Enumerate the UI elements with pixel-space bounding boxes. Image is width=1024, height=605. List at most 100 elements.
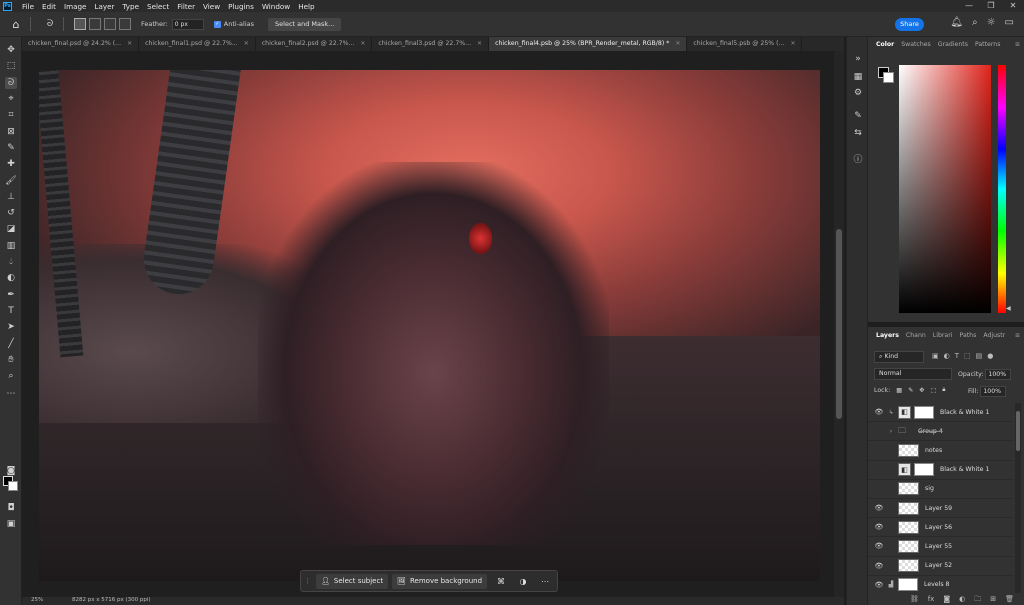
layer-row[interactable]: sig xyxy=(868,480,1014,499)
adjustments-icon[interactable]: ⇆ xyxy=(852,127,864,139)
search-icon[interactable]: ⌕ xyxy=(972,17,978,28)
new-layer-icon[interactable]: ⊞ xyxy=(990,595,996,605)
scroll-thumb[interactable] xyxy=(1016,411,1020,451)
smart-object-filter-icon[interactable]: ▤ xyxy=(976,352,983,360)
eraser-tool-icon[interactable]: ◪ xyxy=(5,223,17,235)
minimize-button[interactable]: — xyxy=(958,0,980,12)
layer-row[interactable]: 👁︎ Layer 52 xyxy=(868,557,1014,576)
fill-input[interactable]: 100% xyxy=(980,386,1007,397)
opacity-input[interactable]: 100% xyxy=(985,369,1012,380)
more-tools-icon[interactable]: ⋯ xyxy=(5,388,17,400)
select-and-mask-button[interactable]: Select and Mask... xyxy=(268,17,342,31)
menu-image[interactable]: Image xyxy=(60,2,91,11)
history-brush-icon[interactable]: ↺ xyxy=(5,207,17,219)
document-canvas[interactable] xyxy=(39,70,820,581)
background-color-swatch[interactable] xyxy=(883,72,894,83)
quick-mask-icon[interactable]: ◙ xyxy=(5,465,17,477)
menu-plugins[interactable]: Plugins xyxy=(224,2,258,11)
filter-toggle-icon[interactable]: ● xyxy=(987,352,993,360)
layer-row[interactable]: 👁︎ ↳ ◧ Black & White 1 xyxy=(868,403,1014,423)
layer-mask-thumbnail[interactable] xyxy=(914,405,934,419)
intersect-selection-icon[interactable] xyxy=(119,18,131,30)
close-window-button[interactable]: ✕ xyxy=(1002,0,1024,12)
blur-tool-icon[interactable]: 💧︎ xyxy=(5,256,17,268)
tab-chicken-final2[interactable]: chicken_final2.psd @ 22.7%... ✕ xyxy=(256,37,373,51)
tab-chicken-final3[interactable]: chicken_final3.psd @ 22.7%... ✕ xyxy=(372,37,490,51)
lasso-tool-icon[interactable]: ᘐ xyxy=(5,77,17,89)
zoom-tool-icon[interactable]: ⌕ xyxy=(5,370,17,382)
blend-mode-select[interactable]: Normal xyxy=(874,368,952,380)
canvas-area[interactable] xyxy=(22,51,834,597)
panel-menu-icon[interactable]: ≡ xyxy=(1015,41,1020,48)
layer-row[interactable]: › 🗀︎ Group 4 xyxy=(868,422,1014,442)
add-mask-icon[interactable]: ◙ xyxy=(943,595,950,605)
menu-window[interactable]: Window xyxy=(258,2,294,11)
lock-pixels-icon[interactable]: ✎ xyxy=(908,387,913,394)
mask-icon[interactable]: ◑ xyxy=(515,577,531,586)
tab-channels[interactable]: Chann xyxy=(906,332,926,339)
maximize-button[interactable]: ❐ xyxy=(980,0,1002,12)
fx-icon[interactable]: fx xyxy=(928,595,935,605)
shape-filter-icon[interactable]: ⬚ xyxy=(964,352,971,360)
menu-filter[interactable]: Filter xyxy=(173,2,199,11)
new-selection-icon[interactable] xyxy=(74,18,86,30)
home-icon[interactable]: ⌂ xyxy=(8,16,24,32)
path-select-icon[interactable]: ➤ xyxy=(5,321,17,333)
canvas-vertical-scrollbar[interactable] xyxy=(834,51,844,597)
grip-icon[interactable]: ⋮ xyxy=(304,577,312,585)
hue-slider[interactable] xyxy=(998,65,1006,313)
move-tool-icon[interactable]: ✥ xyxy=(5,44,17,56)
tab-libraries[interactable]: Librari xyxy=(933,332,953,339)
type-filter-icon[interactable]: T xyxy=(955,352,959,360)
layer-row[interactable]: ◧ Black & White 1 xyxy=(868,461,1014,480)
eye-icon[interactable]: 👁︎ xyxy=(872,581,886,589)
panel-menu-icon[interactable]: ≡ xyxy=(1015,332,1020,339)
menu-edit[interactable]: Edit xyxy=(38,2,60,11)
color-field[interactable] xyxy=(899,65,991,313)
quick-select-tool-icon[interactable]: ⌖ xyxy=(5,93,17,105)
tab-chicken-final[interactable]: chicken_final.psd @ 24.2% (... ✕ xyxy=(22,37,140,51)
new-adjustment-icon[interactable]: ◐ xyxy=(959,595,965,605)
layer-row[interactable]: 👁︎ Layer 59 xyxy=(868,499,1014,519)
scroll-thumb[interactable] xyxy=(836,229,842,419)
tab-chicken-final5[interactable]: chicken_final5.psb @ 25% (... ✕ xyxy=(687,37,803,51)
eye-icon[interactable]: 👁︎ xyxy=(872,523,886,531)
lightbulb-icon[interactable]: ☼ xyxy=(987,17,996,28)
libraries-icon[interactable]: ⚙ xyxy=(852,87,864,99)
zoom-level[interactable]: 25% xyxy=(31,597,43,603)
layer-row[interactable]: notes xyxy=(868,441,1014,461)
trash-icon[interactable]: 🗑︎ xyxy=(1005,595,1014,605)
quick-mask-icon[interactable]: ◘ xyxy=(5,502,17,514)
tab-adjustments[interactable]: Adjustr xyxy=(983,332,1005,339)
lock-all-icon[interactable]: 🔒︎ xyxy=(942,386,945,394)
layer-row[interactable]: 👁︎ Layer 55 xyxy=(868,537,1014,557)
transform-icon[interactable]: ⌘ xyxy=(493,577,509,586)
menu-file[interactable]: File xyxy=(18,2,38,11)
tab-paths[interactable]: Paths xyxy=(960,332,977,339)
menu-help[interactable]: Help xyxy=(294,2,318,11)
remove-background-button[interactable]: 🖼︎ Remove background xyxy=(392,573,488,589)
close-icon[interactable]: ✕ xyxy=(675,37,680,51)
antialias-checkbox[interactable]: ✓ Anti-alias xyxy=(213,20,254,28)
frame-tool-icon[interactable]: ⊠ xyxy=(5,126,17,138)
link-layers-icon[interactable]: ⛓ xyxy=(910,595,919,605)
tab-gradients[interactable]: Gradients xyxy=(938,41,968,48)
tab-patterns[interactable]: Patterns xyxy=(975,41,1000,48)
menu-type[interactable]: Type xyxy=(119,2,144,11)
background-color-swatch[interactable] xyxy=(8,481,18,491)
dodge-tool-icon[interactable]: ◐ xyxy=(5,272,17,284)
brush-tool-icon[interactable]: 🖌︎ xyxy=(5,175,17,187)
collapse-panels-icon[interactable]: » xyxy=(852,53,864,65)
tab-chicken-final1[interactable]: chicken_final1.psd @ 22.7%... ✕ xyxy=(139,37,256,51)
gradient-tool-icon[interactable]: ▥ xyxy=(5,240,17,252)
healing-brush-icon[interactable]: ✚ xyxy=(5,158,17,170)
pen-tool-icon[interactable]: ✒ xyxy=(5,289,17,301)
clone-stamp-icon[interactable]: ⊥ xyxy=(5,191,17,203)
feather-input[interactable]: 0 px xyxy=(171,18,204,30)
lasso-tool-icon[interactable]: ᘐ xyxy=(43,17,57,31)
eye-icon[interactable]: 👁︎ xyxy=(872,504,886,512)
layer-row[interactable]: 👁︎ Layer 56 xyxy=(868,518,1014,538)
adjustment-filter-icon[interactable]: ◐ xyxy=(944,352,950,360)
history-icon[interactable]: ▦ xyxy=(852,71,864,83)
eye-icon[interactable]: 👁︎ xyxy=(872,542,886,550)
